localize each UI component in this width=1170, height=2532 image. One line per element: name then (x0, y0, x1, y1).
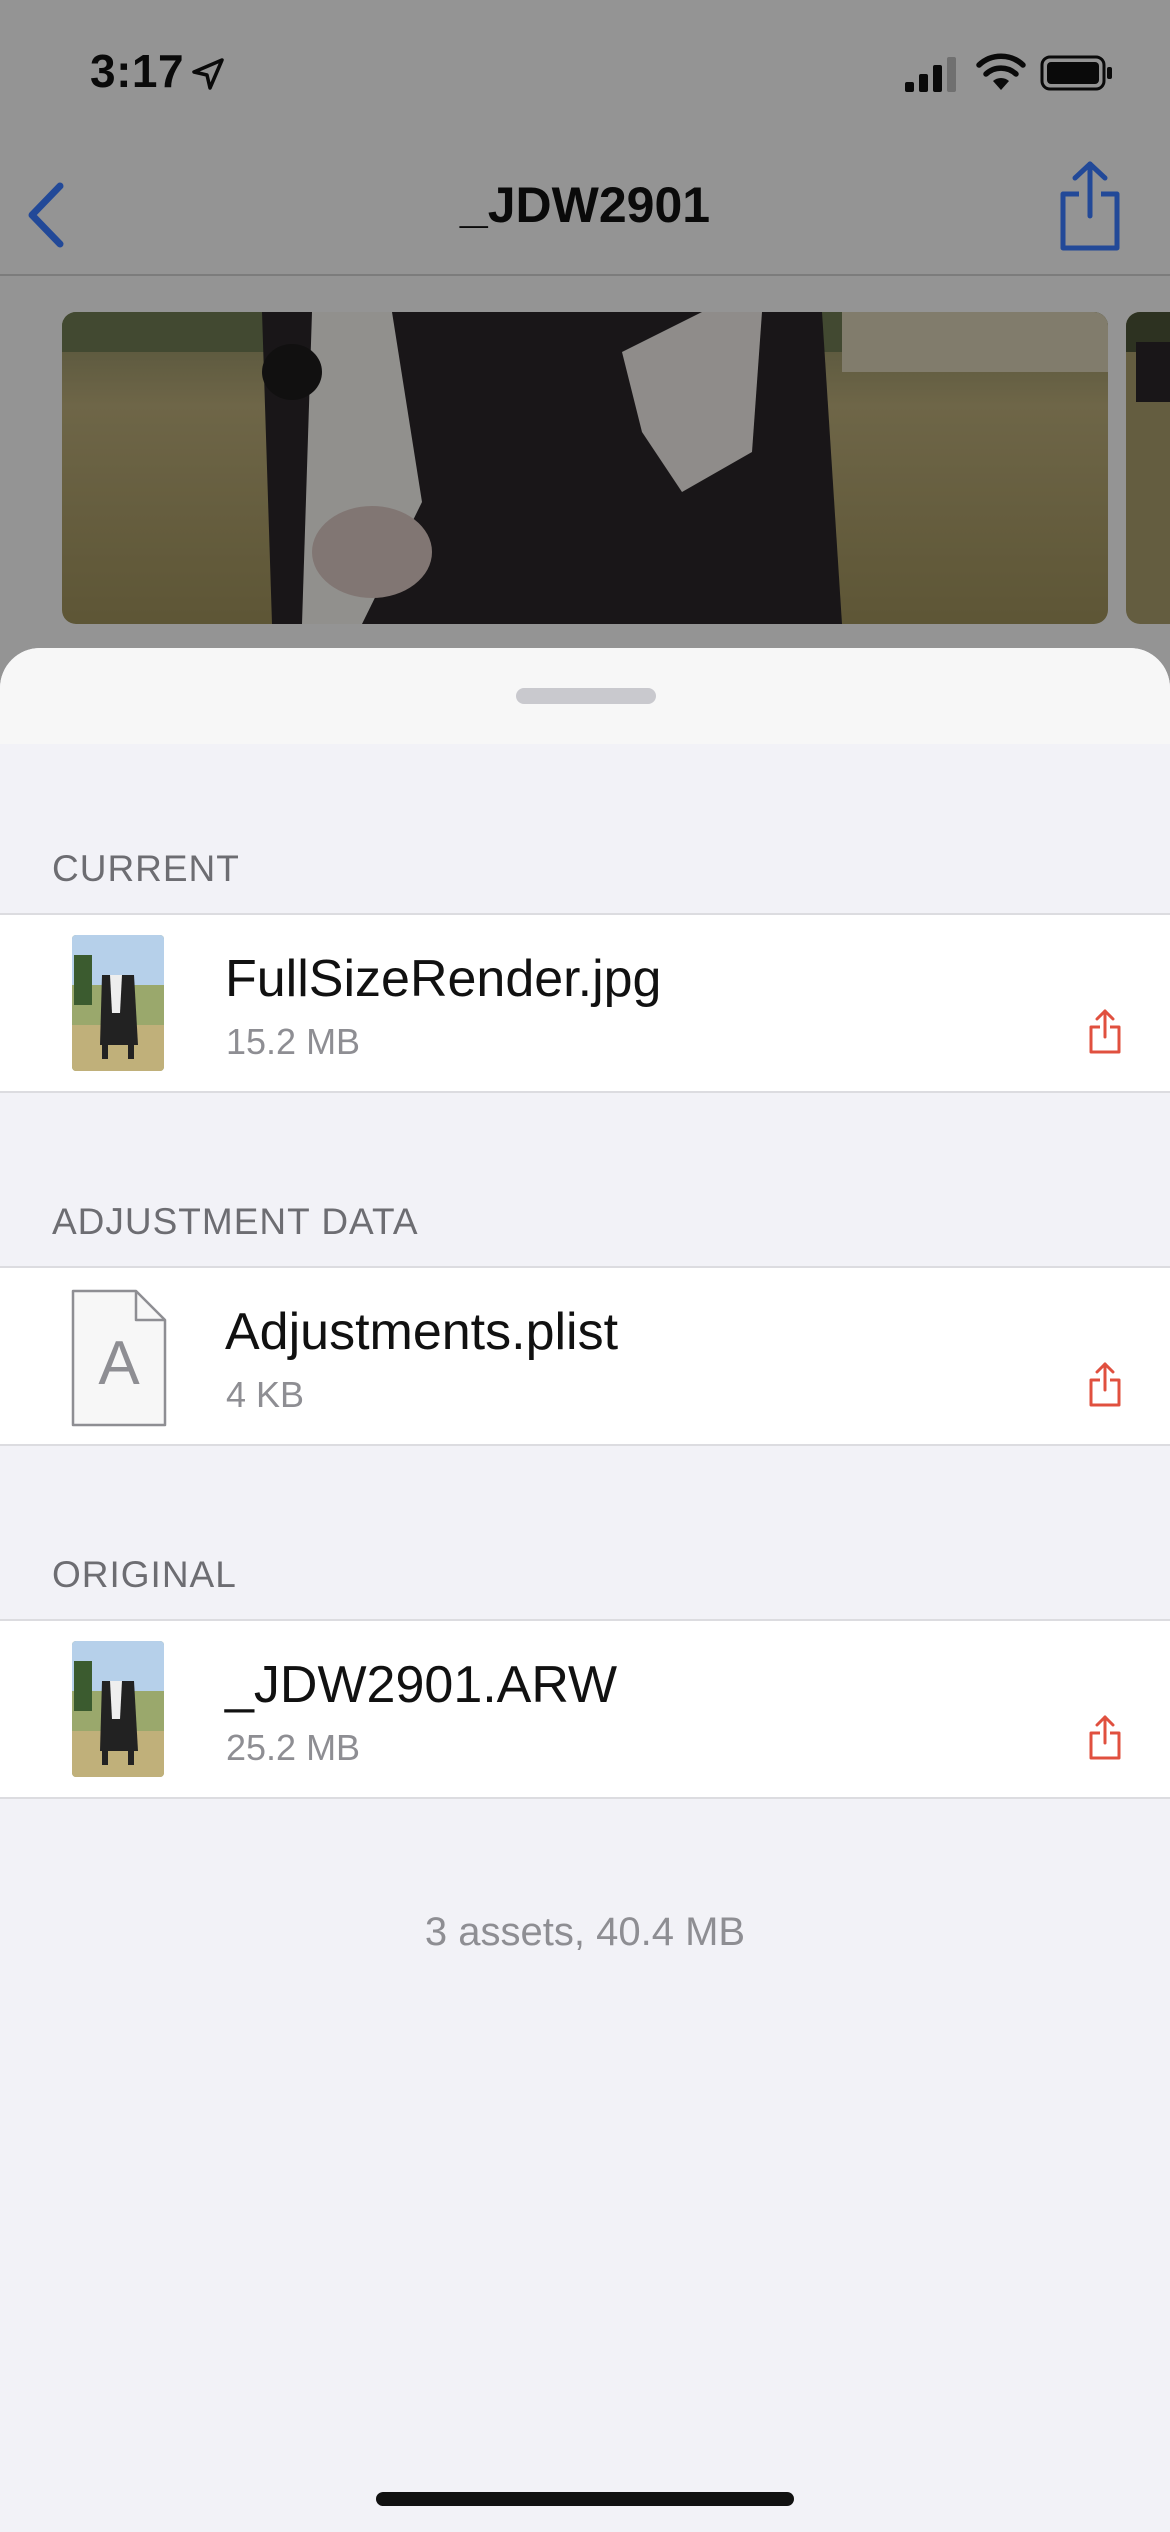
dim-overlay[interactable] (0, 0, 1170, 700)
file-name: FullSizeRender.jpg (225, 950, 662, 1008)
svg-text:A: A (98, 1329, 140, 1398)
photo-thumbnail-icon (72, 1641, 164, 1777)
section-header-current: CURRENT (52, 848, 240, 889)
asset-row-original[interactable]: _JDW2901.ARW 25.2 MB (0, 1619, 1170, 1799)
file-name: Adjustments.plist (225, 1303, 619, 1361)
section-header-adjustment-data: ADJUSTMENT DATA (52, 1201, 419, 1242)
assets-sheet: CURRENT FullSizeRender.jpg 15.2 MB ADJUS… (0, 648, 1170, 2532)
sheet-header (0, 648, 1170, 744)
share-icon[interactable] (1088, 1715, 1122, 1761)
share-icon[interactable] (1088, 1009, 1122, 1055)
assets-summary: 3 assets, 40.4 MB (424, 1910, 746, 1954)
asset-row-adjustment-data[interactable]: A Adjustments.plist 4 KB (0, 1266, 1170, 1446)
file-size: 25.2 MB (226, 1727, 361, 1768)
sheet-grabber[interactable] (516, 688, 656, 704)
share-icon[interactable] (1088, 1362, 1122, 1408)
section-header-original: ORIGINAL (52, 1554, 237, 1595)
document-icon: A (71, 1289, 167, 1427)
file-size: 4 KB (226, 1374, 305, 1415)
file-size: 15.2 MB (226, 1021, 361, 1062)
home-indicator[interactable] (376, 2492, 794, 2506)
photo-thumbnail-icon (72, 935, 164, 1071)
file-name: _JDW2901.ARW (225, 1656, 618, 1714)
asset-row-current[interactable]: FullSizeRender.jpg 15.2 MB (0, 913, 1170, 1093)
